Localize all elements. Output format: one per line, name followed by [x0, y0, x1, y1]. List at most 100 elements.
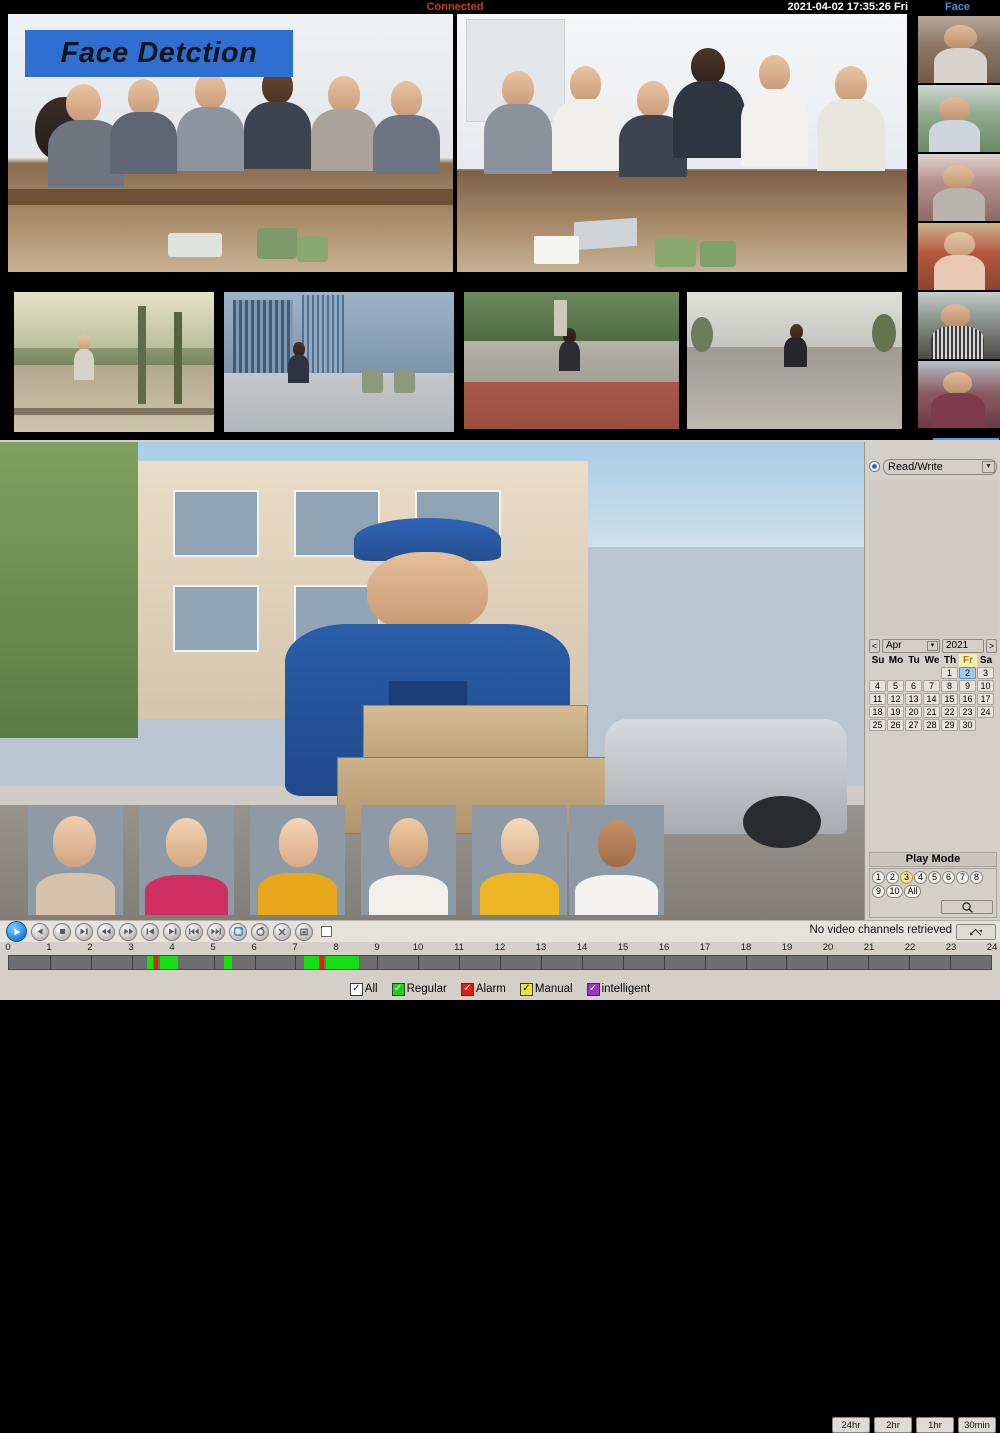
play-mode-channel-10[interactable]: 10: [886, 885, 903, 898]
fast-forward-button[interactable]: [119, 922, 137, 941]
face-capture-thumb-2[interactable]: [918, 85, 1000, 152]
legend-item-alarm[interactable]: ✓ Alarm: [460, 982, 506, 996]
calendar-day-21[interactable]: 21: [923, 706, 940, 718]
calendar-day-3[interactable]: 3: [977, 667, 994, 679]
legend-checkbox-intelligent[interactable]: ✓: [586, 982, 600, 996]
calendar-day-10[interactable]: 10: [977, 680, 994, 692]
face-capture-thumb-4[interactable]: [918, 223, 1000, 290]
play-mode-channel-8[interactable]: 8: [970, 871, 983, 884]
search-button[interactable]: [941, 900, 993, 914]
playback-face-1[interactable]: [28, 805, 123, 915]
play-mode-channel-2[interactable]: 2: [886, 871, 899, 884]
playback-face-5[interactable]: [472, 805, 567, 915]
playback-face-6[interactable]: [569, 805, 664, 915]
calendar-year-field[interactable]: 2021: [942, 638, 984, 653]
playback-video-viewport[interactable]: [0, 442, 864, 920]
playback-face-4[interactable]: [361, 805, 456, 915]
timeline-segment-regular[interactable]: [223, 956, 232, 969]
timeline-track[interactable]: [8, 955, 992, 970]
storage-mode-select[interactable]: Read/Write ▼: [883, 458, 997, 475]
next-frame-button[interactable]: [163, 922, 181, 941]
slow-play-button[interactable]: [75, 922, 93, 941]
legend-item-intelligent[interactable]: ✓ intelligent: [586, 982, 650, 996]
calendar-day-19[interactable]: 19: [887, 706, 904, 718]
calendar-day-13[interactable]: 13: [905, 693, 922, 705]
legend-checkbox-manual[interactable]: ✓: [519, 982, 533, 996]
calendar-day-14[interactable]: 14: [923, 693, 940, 705]
snapshot-button[interactable]: [295, 922, 313, 941]
calendar-month-select[interactable]: Apr ▼: [882, 638, 940, 653]
video-cell-channel-6[interactable]: [687, 292, 902, 429]
legend-checkbox-regular[interactable]: ✓: [391, 982, 405, 996]
play-mode-channel-7[interactable]: 7: [956, 871, 969, 884]
legend-checkbox-alarm[interactable]: ✓: [460, 982, 474, 996]
video-cell-channel-4[interactable]: [224, 292, 454, 432]
previous-file-button[interactable]: [185, 922, 203, 941]
face-capture-thumb-3[interactable]: [918, 154, 1000, 221]
calendar-day-2[interactable]: 2: [959, 667, 976, 679]
timeline-segment-alarm[interactable]: [154, 956, 158, 969]
chevron-down-icon[interactable]: ▼: [982, 460, 995, 473]
loop-button[interactable]: [229, 922, 247, 941]
video-cell-channel-1[interactable]: Face Detction: [8, 14, 453, 272]
timeline-zoom-30min[interactable]: 30min: [958, 1417, 996, 1433]
timeline-zoom-1hr[interactable]: 1hr: [916, 1417, 954, 1433]
chevron-down-icon[interactable]: ▼: [927, 640, 938, 651]
calendar-day-15[interactable]: 15: [941, 693, 958, 705]
legend-checkbox-all[interactable]: ✓: [349, 982, 363, 996]
calendar-day-24[interactable]: 24: [977, 706, 994, 718]
video-cell-channel-5[interactable]: [464, 292, 679, 429]
timeline-zoom-24hr[interactable]: 24hr: [832, 1417, 870, 1433]
play-mode-channel-6[interactable]: 6: [942, 871, 955, 884]
refresh-button[interactable]: [956, 924, 996, 940]
playback-face-3[interactable]: [250, 805, 345, 915]
play-mode-channel-3[interactable]: 3: [900, 871, 913, 884]
play-mode-channel-all[interactable]: All: [904, 885, 921, 898]
timeline-segment-regular[interactable]: [304, 956, 320, 969]
previous-frame-button[interactable]: [141, 922, 159, 941]
calendar-day-7[interactable]: 7: [923, 680, 940, 692]
calendar-day-29[interactable]: 29: [941, 719, 958, 731]
play-mode-channel-1[interactable]: 1: [872, 871, 885, 884]
play-mode-channel-4[interactable]: 4: [914, 871, 927, 884]
calendar-day-27[interactable]: 27: [905, 719, 922, 731]
calendar-day-17[interactable]: 17: [977, 693, 994, 705]
close-button[interactable]: [273, 922, 291, 941]
face-capture-thumb-1[interactable]: [918, 16, 1000, 83]
timeline-segment-regular[interactable]: [147, 956, 154, 969]
video-cell-channel-3[interactable]: [14, 292, 214, 432]
calendar-day-18[interactable]: 18: [869, 706, 886, 718]
calendar-day-20[interactable]: 20: [905, 706, 922, 718]
calendar-day-28[interactable]: 28: [923, 719, 940, 731]
legend-item-manual[interactable]: ✓ Manual: [519, 982, 573, 996]
calendar-day-11[interactable]: 11: [869, 693, 886, 705]
calendar-day-16[interactable]: 16: [959, 693, 976, 705]
calendar-day-grid[interactable]: 1 2 3 4 5 6 7 8 9 10 11 12 13 14 15 16 17 18 19 20 21 22 23 24 2…: [869, 667, 995, 732]
timeline-zoom-2hr[interactable]: 2hr: [874, 1417, 912, 1433]
play-mode-channel-5[interactable]: 5: [928, 871, 941, 884]
calendar-day-8[interactable]: 8: [941, 680, 958, 692]
timeline-segment-regular[interactable]: [326, 956, 359, 969]
playback-face-2[interactable]: [139, 805, 234, 915]
calendar-day-9[interactable]: 9: [959, 680, 976, 692]
calendar-day-25[interactable]: 25: [869, 719, 886, 731]
rewind-button[interactable]: [97, 922, 115, 941]
calendar-day-12[interactable]: 12: [887, 693, 904, 705]
reverse-play-button[interactable]: [31, 922, 49, 941]
timeline-segment-alarm[interactable]: [319, 956, 325, 969]
calendar-day-5[interactable]: 5: [887, 680, 904, 692]
play-mode-channel-list[interactable]: 1 2 3 4 5 6 7 8 9 10 All: [872, 871, 996, 899]
calendar-day-4[interactable]: 4: [869, 680, 886, 692]
calendar-day-26[interactable]: 26: [887, 719, 904, 731]
calendar-next-button[interactable]: >: [986, 638, 997, 653]
calendar-prev-button[interactable]: <: [869, 638, 880, 653]
calendar-day-1[interactable]: 1: [941, 667, 958, 679]
video-cell-channel-2[interactable]: [457, 14, 907, 272]
timeline-segment-regular[interactable]: [159, 956, 178, 969]
calendar-day-23[interactable]: 23: [959, 706, 976, 718]
legend-item-regular[interactable]: ✓ Regular: [391, 982, 447, 996]
file-list-area[interactable]: [869, 480, 997, 636]
storage-mode-radio[interactable]: [869, 461, 880, 472]
sync-playback-checkbox[interactable]: [321, 926, 332, 937]
legend-item-all[interactable]: ✓ All: [349, 982, 378, 996]
